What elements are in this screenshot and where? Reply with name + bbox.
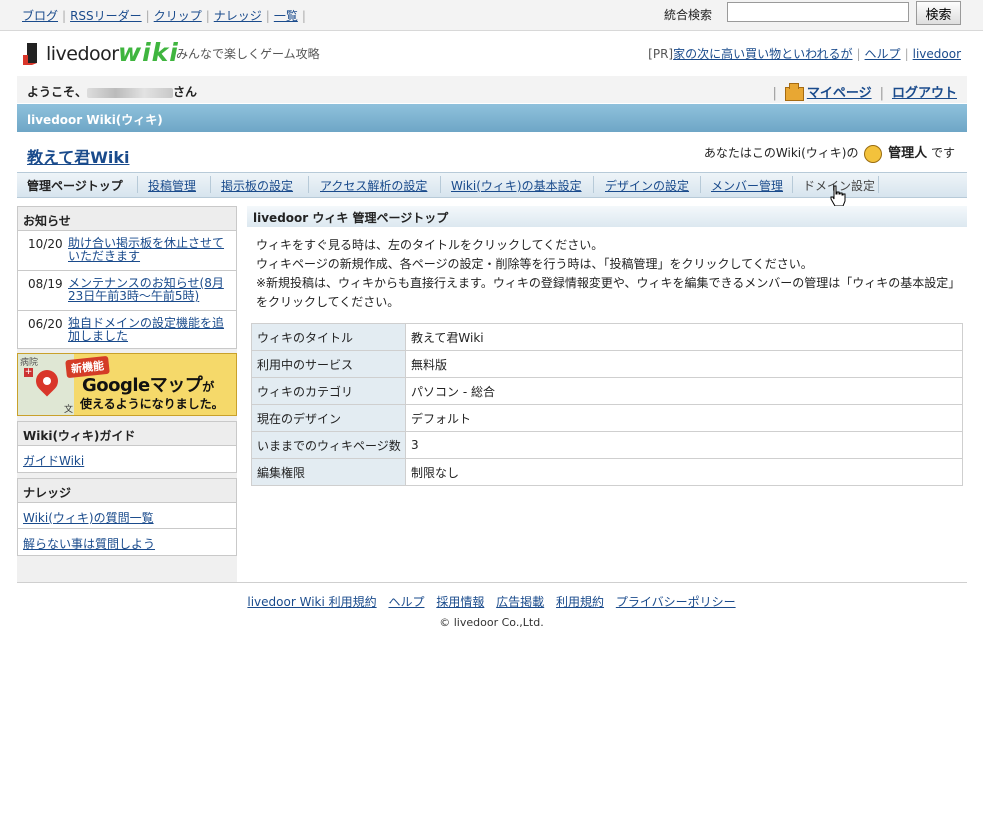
admin-tab-basic-settings[interactable]: Wiki(ウィキ)の基本設定 [451,177,582,194]
knowledge-questions-link[interactable]: Wiki(ウィキ)の質問一覧 [18,503,236,529]
news-link[interactable]: メンテナンスのお知らせ(8月23日午前3時〜午前5時) [68,277,234,303]
livedoor-link[interactable]: livedoor [913,47,961,61]
banner-map-char: 文 [64,405,74,415]
service-title: livedoor Wiki(ウィキ) [27,113,163,127]
google-maps-banner[interactable]: 病院 + 新機能 Googleマップが 使えるようになりました。 文 [17,353,237,416]
guide-box: Wiki(ウィキ)ガイド ガイドWiki [17,421,237,473]
main-content: livedoor ウィキ 管理ページトップ ウィキをすぐ見る時は、左のタイトルを… [247,206,967,486]
table-row: ウィキのカテゴリ パソコン - 総合 [251,377,963,405]
nav-link-clip[interactable]: クリップ [154,9,202,23]
search-button[interactable]: 検索 [916,1,961,25]
news-item: 08/19 メンテナンスのお知らせ(8月23日午前3時〜午前5時) [18,271,236,311]
top-bar: ブログ | RSSリーダー | クリップ | ナレッジ | 一覧 | 統合検索 検索 [0,0,983,31]
news-heading: お知らせ [18,207,236,231]
footer-divider [17,582,967,583]
table-row: 利用中のサービス 無料版 [251,350,963,378]
hand-cursor-icon [830,185,846,207]
hospital-plus-icon: + [24,367,33,377]
search-input[interactable] [727,2,909,22]
banner-title: Googleマップが [82,375,214,396]
footer-link-wiki-terms[interactable]: livedoor Wiki 利用規約 [247,595,376,609]
banner-subtitle: 使えるようになりました。 [80,397,224,411]
admin-tab-members[interactable]: メンバー管理 [711,177,783,194]
table-row: いままでのウィキページ数 3 [251,431,963,459]
role-name: 管理人 [888,146,928,161]
news-date: 06/20 [28,317,63,331]
nav-link-knowledge[interactable]: ナレッジ [214,9,262,23]
logo-livedoor-text: livedoor [46,43,119,65]
pr-ad-link[interactable]: 家の次に高い買い物といわれるが [673,47,852,61]
news-link[interactable]: 助け合い掲示板を休止させていただきます [68,237,234,263]
admin-tab-design[interactable]: デザインの設定 [605,177,689,194]
news-date: 08/19 [28,277,63,291]
knowledge-box: ナレッジ Wiki(ウィキ)の質問一覧 解らない事は質問しよう [17,478,237,556]
nav-link-blog[interactable]: ブログ [22,9,58,23]
brand-row: livedoor wiki みんなで楽しくゲーム攻略 [PR]家の次に高い買い物… [0,31,983,75]
footer-link-help[interactable]: ヘルプ [388,595,424,609]
site-title-link[interactable]: 教えて君Wiki [27,144,129,168]
table-row: 編集権限 制限なし [251,458,963,486]
knowledge-heading: ナレッジ [18,479,236,503]
news-box: お知らせ 10/20 助け合い掲示板を休止させていただきます 08/19 メンテ… [17,206,237,349]
admin-tab-bbs[interactable]: 掲示板の設定 [221,177,293,194]
guide-heading: Wiki(ウィキ)ガイド [18,422,236,446]
map-pin-icon [31,365,63,397]
footer-link-privacy[interactable]: プライバシーポリシー [616,595,736,609]
search-label: 統合検索 [664,8,713,22]
guide-wiki-link[interactable]: ガイドWiki [18,446,236,472]
livedoor-door-icon [23,43,37,65]
service-title-bar: livedoor Wiki(ウィキ) [17,104,967,132]
sidebar: お知らせ 10/20 助け合い掲示板を休止させていただきます 08/19 メンテ… [17,206,237,582]
mypage-icon [784,82,804,101]
welcome-bar: ようこそ、 さん | マイページ | ログアウト [17,76,967,103]
role-info: あなたはこのWiki(ウィキ)の 管理人 です [703,144,955,163]
mypage-link[interactable]: マイページ [807,86,872,101]
footer-link-advertise[interactable]: 広告掲載 [496,595,544,609]
wiki-info-table: ウィキのタイトル 教えて君Wiki 利用中のサービス 無料版 ウィキのカテゴリ パソコ… [251,323,963,486]
news-link[interactable]: 独自ドメインの設定機能を追加しました [68,317,234,343]
main-heading: livedoor ウィキ 管理ページトップ [247,206,967,227]
help-link[interactable]: ヘルプ [865,47,901,61]
knowledge-ask-link[interactable]: 解らない事は質問しよう [18,529,236,555]
admin-tab-top[interactable]: 管理ページトップ [27,177,123,194]
blurred-username [87,87,174,98]
nav-link-rss-reader[interactable]: RSSリーダー [70,9,142,23]
admin-tab-analytics[interactable]: アクセス解析の設定 [320,177,427,194]
admin-face-icon [864,144,883,163]
news-date: 10/20 [28,237,63,251]
logo-wiki-text: wiki [118,38,179,67]
table-row: ウィキのタイトル 教えて君Wiki [251,323,963,351]
copyright: © livedoor Co.,Ltd. [439,616,544,629]
logout-link[interactable]: ログアウト [892,86,957,101]
footer-links: livedoor Wiki 利用規約 ヘルプ 採用情報 広告掲載 利用規約 プラ… [0,593,983,610]
table-row: 現在のデザイン デフォルト [251,404,963,432]
news-item: 10/20 助け合い掲示板を休止させていただきます [18,231,236,271]
admin-tab-posts[interactable]: 投稿管理 [148,177,196,194]
intro-text: ウィキをすぐ見る時は、左のタイトルをクリックしてください。 ウィキページの新規作… [256,238,961,309]
footer-link-recruit[interactable]: 採用情報 [436,595,484,609]
admin-nav: 管理ページトップ 投稿管理 掲示板の設定 アクセス解析の設定 Wiki(ウィキ)… [17,172,967,198]
nav-link-list[interactable]: 一覧 [274,9,298,23]
tagline: みんなで楽しくゲーム攻略 [176,47,320,61]
pr-label: [PR] [648,47,674,61]
news-item: 06/20 独自ドメインの設定機能を追加しました [18,311,236,350]
pr-links: [PR]家の次に高い買い物といわれるが | ヘルプ | livedoor [648,47,961,61]
account-links: | マイページ | ログアウト [772,82,957,101]
site-row: 教えて君Wiki あなたはこのWiki(ウィキ)の 管理人 です [17,132,967,172]
footer-link-terms[interactable]: 利用規約 [556,595,604,609]
welcome-text: ようこそ、 さん [27,85,198,99]
service-links: ブログ | RSSリーダー | クリップ | ナレッジ | 一覧 | [22,9,306,23]
